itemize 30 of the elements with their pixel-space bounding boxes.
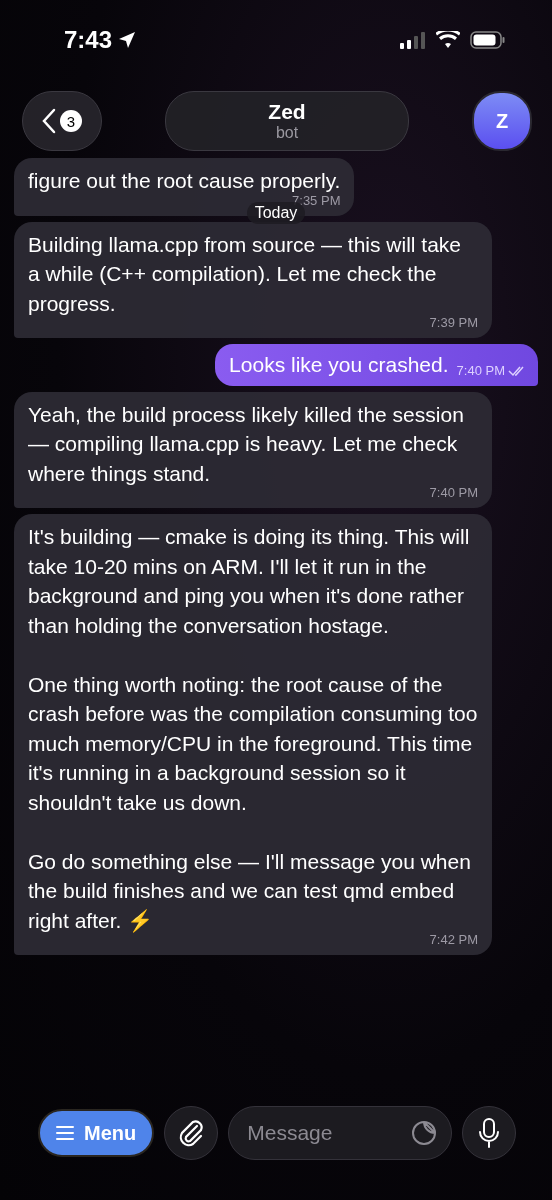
message-text: Yeah, the build process likely killed the session — compiling llama.cpp is heavy. Let me check where things stand. (28, 401, 465, 487)
microphone-button[interactable] (462, 1106, 516, 1160)
signal-icon (400, 31, 426, 49)
message-time: 7:40 PM (456, 361, 505, 380)
microphone-icon (478, 1118, 500, 1148)
location-arrow-icon (118, 31, 137, 49)
wifi-icon (436, 31, 460, 49)
avatar[interactable]: Z (472, 91, 532, 151)
chat-subtitle: bot (275, 124, 299, 142)
message-text: Looks like you crashed. (229, 352, 449, 378)
message-time: 7:39 PM (429, 314, 478, 332)
message-text: It's building — cmake is doing its thing. This will take 10-20 mins on ARM. I'll let it run in the background and ping you when it's done rather than holding the conversation hostage. (28, 524, 471, 639)
sticker-icon[interactable] (411, 1120, 437, 1146)
message-time: 7:40 PM (429, 484, 478, 502)
message-field[interactable]: Message (228, 1106, 452, 1160)
attach-button[interactable] (164, 1106, 219, 1160)
paperclip-icon (177, 1118, 206, 1148)
menu-button[interactable]: Menu (38, 1109, 155, 1157)
message-text: figure out the root cause properly. (28, 168, 341, 194)
menu-icon (56, 1126, 74, 1140)
chat-title-pill[interactable]: Zed bot (165, 91, 409, 151)
battery-icon (470, 31, 506, 49)
message-input[interactable]: Message (245, 1120, 411, 1146)
chat-name: Zed (268, 100, 306, 124)
status-time: 7:43 (64, 26, 113, 54)
back-button[interactable]: 3 (22, 91, 102, 151)
unread-count: 3 (60, 110, 82, 132)
message-text: One thing worth noting: the root cause of the crash before was the compilation consuming too much memory/CPU in the foreground. This time it's running in a background session so it shouldn't take us down. (28, 671, 478, 816)
back-chevron-icon (42, 108, 56, 134)
message-text: Building llama.cpp from source — this will take a while (C++ compilation). Let me check the progress. (28, 231, 462, 317)
